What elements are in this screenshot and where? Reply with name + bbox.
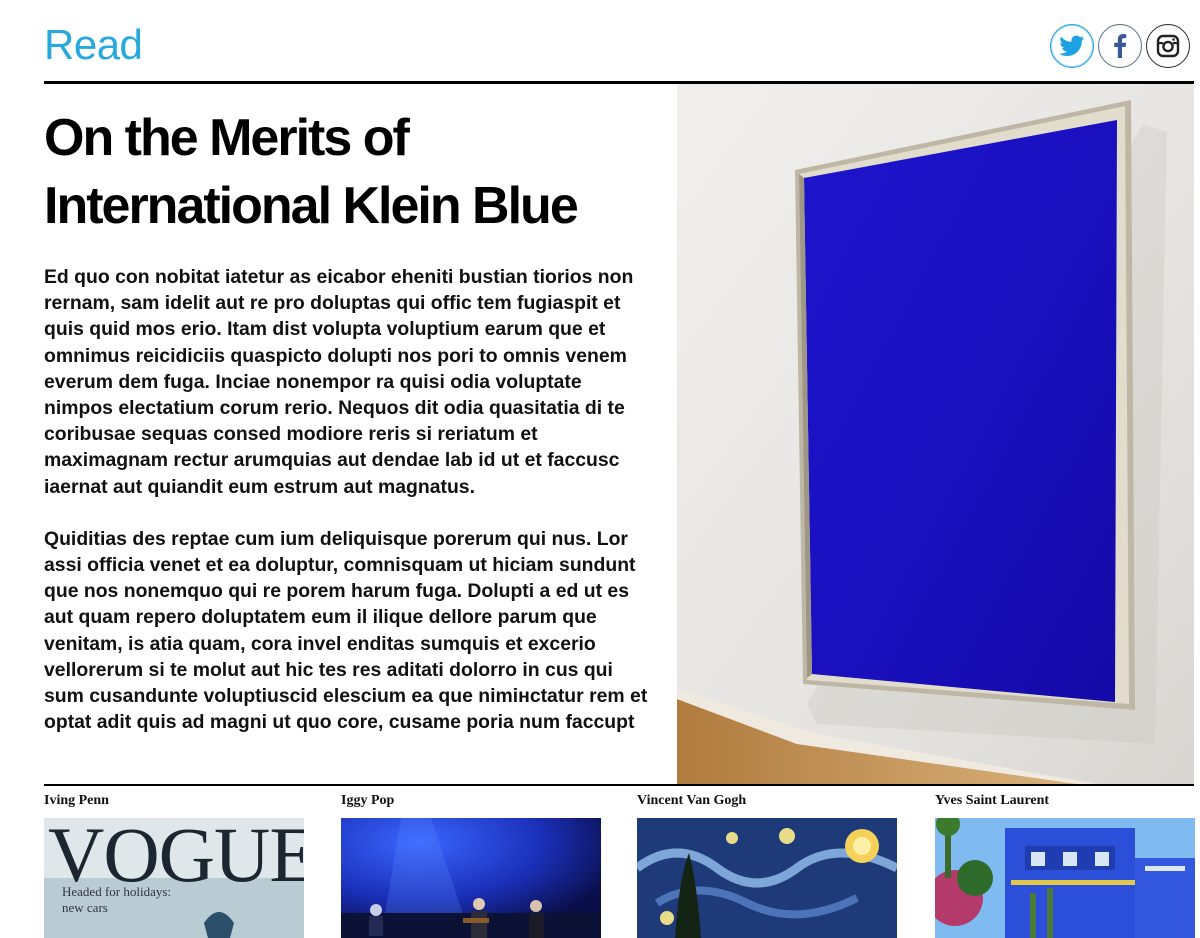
related-item-van-gogh[interactable]: Vincent Van Gogh	[637, 792, 897, 938]
related-label: Iving Penn	[44, 793, 109, 808]
related-label: Vincent Van Gogh	[637, 793, 747, 808]
instagram-icon	[1156, 34, 1180, 58]
related-label: Iggy Pop	[341, 793, 395, 808]
facebook-button[interactable]	[1098, 24, 1142, 68]
related-item-iggy-pop[interactable]: Iggy Pop	[341, 792, 601, 938]
article-body: Ed quo con nobitat iatetur as eicabor eh…	[44, 264, 649, 782]
majorelle-thumbnail	[935, 818, 1195, 938]
twitter-button[interactable]	[1050, 24, 1094, 68]
hero-image	[677, 84, 1194, 784]
starry-night-thumbnail	[637, 818, 897, 938]
facebook-icon	[1114, 34, 1127, 58]
article-paragraph: Quiditias des reptae cum ium deliquisque…	[44, 527, 648, 734]
twitter-icon	[1059, 35, 1085, 56]
concert-thumbnail	[341, 818, 601, 938]
vogue-coverline: Headed for holidays: new cars	[62, 884, 172, 915]
related-item-yves-saint-laurent[interactable]: Yves Saint Laurent	[935, 792, 1195, 938]
article-paragraph: Ed quo con nobitat iatetur as eicabor eh…	[44, 266, 634, 498]
footer-divider	[44, 784, 1194, 786]
instagram-button[interactable]	[1146, 24, 1190, 68]
related-label: Yves Saint Laurent	[935, 793, 1050, 808]
vogue-thumbnail: VOGUE Headed for holidays: new cars	[44, 818, 304, 938]
social-links	[1050, 22, 1198, 70]
section-title[interactable]: Read	[44, 20, 143, 70]
article-headline: On the Merits of International Klein Blu…	[44, 109, 579, 235]
related-item-irving-penn[interactable]: Iving Penn VOGUE Headed for holidays: ne…	[44, 792, 304, 938]
